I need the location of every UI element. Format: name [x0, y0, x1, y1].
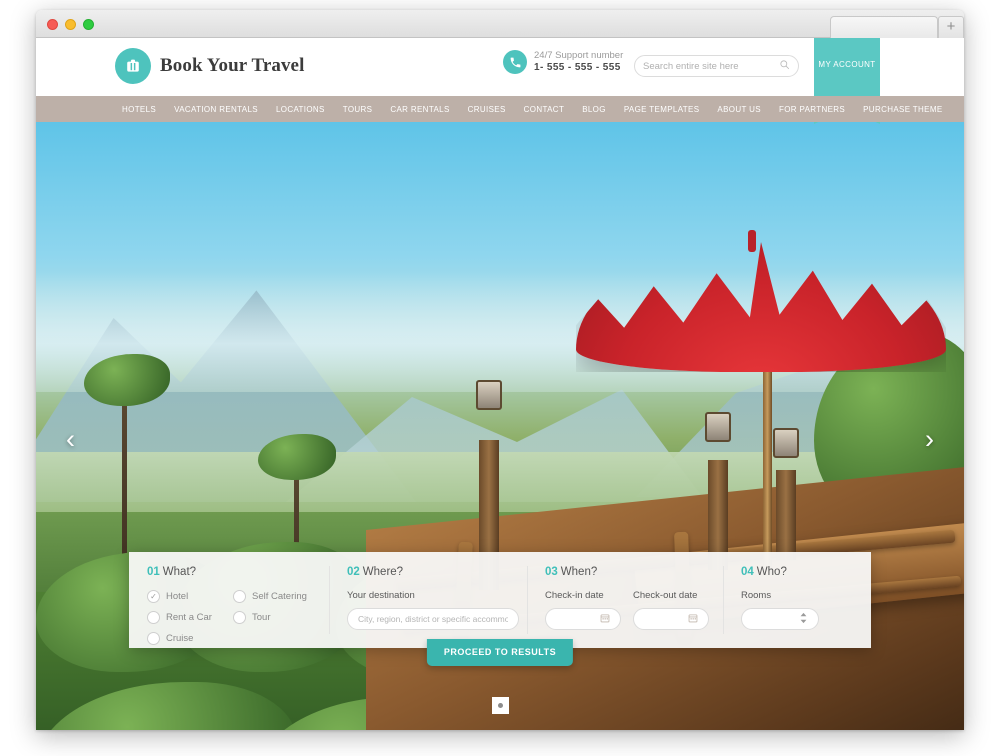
- suitcase-icon: [115, 48, 151, 84]
- close-window-button[interactable]: [47, 19, 58, 30]
- slider-prev-arrow[interactable]: ‹: [66, 424, 75, 455]
- support-number: 1- 555 - 555 - 555: [534, 61, 621, 73]
- slider-dot[interactable]: [491, 697, 509, 714]
- radio-option-self-catering[interactable]: Self Catering: [233, 590, 319, 603]
- form-step-what: 01What? Hotel Self Catering: [129, 552, 329, 648]
- step-number: 04: [741, 566, 754, 578]
- step-title-what: 01 What?: [147, 566, 329, 578]
- nav-item-tours[interactable]: TOURS: [334, 105, 382, 114]
- browser-titlebar: +: [36, 10, 964, 38]
- form-step-when: 03 When? Check-in date Check-out date: [527, 552, 723, 648]
- radio-check-icon[interactable]: [147, 590, 160, 603]
- step-label: Where?: [362, 566, 404, 578]
- lamp-head: [773, 428, 799, 458]
- destination-input[interactable]: [358, 614, 508, 624]
- browser-tab[interactable]: [830, 16, 938, 38]
- page-viewport: Book Your Travel 24/7 Support number 1- …: [36, 38, 964, 730]
- accommodation-type-group: Hotel Self Catering Rent a Car Tour: [147, 590, 329, 653]
- radio-label: Self Catering: [252, 591, 307, 602]
- checkout-field[interactable]: [633, 608, 709, 630]
- step-number: 02: [347, 566, 360, 578]
- checkout-input[interactable]: [644, 614, 688, 624]
- nav-item-purchase-theme[interactable]: PURCHASE THEME: [854, 105, 951, 114]
- date-range-group: Check-in date Check-out date: [545, 590, 723, 630]
- radio-circle-icon[interactable]: [147, 632, 160, 645]
- rooms-label: Rooms: [741, 590, 772, 601]
- radio-option-cruise[interactable]: Cruise: [147, 632, 233, 645]
- form-step-where: 02 Where? Your destination: [329, 552, 527, 648]
- radio-option-tour[interactable]: Tour: [233, 611, 319, 624]
- step-number: 01: [147, 566, 160, 578]
- browser-tabstrip: +: [814, 10, 964, 38]
- radio-option-rent-a-car[interactable]: Rent a Car: [147, 611, 233, 624]
- checkout-field-wrap: Check-out date: [633, 590, 709, 630]
- slider-pagination: [36, 697, 964, 714]
- minimize-window-button[interactable]: [65, 19, 76, 30]
- checkin-input[interactable]: [556, 614, 600, 624]
- rooms-stepper[interactable]: [741, 608, 819, 630]
- destination-field[interactable]: [347, 608, 519, 630]
- umbrella-finial: [748, 230, 756, 252]
- destination-label: Your destination: [347, 590, 415, 601]
- form-step-who: 04 Who? Rooms: [723, 552, 871, 648]
- step-title-who: 04 Who?: [741, 566, 871, 578]
- lamp-head: [476, 380, 502, 410]
- step-label: When?: [560, 566, 598, 578]
- radio-label: Cruise: [166, 633, 194, 644]
- nav-item-cruises[interactable]: CRUISES: [459, 105, 515, 114]
- hero-slider: ‹ › 01What? Hotel: [36, 122, 964, 730]
- radio-circle-icon[interactable]: [233, 611, 246, 624]
- booking-search-form: 01What? Hotel Self Catering: [129, 552, 871, 666]
- radio-circle-icon[interactable]: [233, 590, 246, 603]
- step-label: Who?: [756, 566, 787, 578]
- site-title: Book Your Travel: [160, 55, 305, 76]
- step-title-when: 03 When?: [545, 566, 723, 578]
- spinner-icon[interactable]: [799, 612, 808, 626]
- radio-label: Tour: [252, 612, 271, 623]
- search-input[interactable]: [643, 60, 779, 72]
- checkin-field[interactable]: [545, 608, 621, 630]
- nav-item-hotels[interactable]: HOTELS: [113, 105, 165, 114]
- checkin-label: Check-in date: [545, 590, 604, 601]
- lamp-post: [776, 470, 796, 560]
- radio-option-hotel[interactable]: Hotel: [147, 590, 233, 603]
- nav-item-locations[interactable]: LOCATIONS: [267, 105, 334, 114]
- nav-item-about-us[interactable]: ABOUT US: [708, 105, 770, 114]
- umbrella-pole: [763, 344, 772, 574]
- calendar-icon[interactable]: [600, 613, 610, 626]
- radio-circle-icon[interactable]: [147, 611, 160, 624]
- nav-item-car-rentals[interactable]: CAR RENTALS: [381, 105, 458, 114]
- site-header: Book Your Travel 24/7 Support number 1- …: [36, 38, 964, 124]
- checkout-label: Check-out date: [633, 590, 698, 601]
- rooms-input[interactable]: [752, 614, 799, 624]
- radio-label: Rent a Car: [166, 612, 212, 623]
- nav-item-vacation-rentals[interactable]: VACATION RENTALS: [165, 105, 267, 114]
- nav-item-blog[interactable]: BLOG: [573, 105, 615, 114]
- support-info: 24/7 Support number 1- 555 - 555 - 555: [503, 50, 624, 75]
- search-icon[interactable]: [779, 57, 790, 75]
- new-tab-button[interactable]: +: [938, 16, 964, 38]
- checkin-field-wrap: Check-in date: [545, 590, 621, 630]
- lamp-head: [705, 412, 731, 442]
- step-number: 03: [545, 566, 558, 578]
- radio-label: Hotel: [166, 591, 189, 602]
- step-label: What?: [162, 566, 197, 578]
- proceed-to-results-button[interactable]: PROCEED TO RESULTS: [426, 639, 574, 666]
- nav-item-contact[interactable]: CONTACT: [515, 105, 574, 114]
- calendar-icon[interactable]: [688, 613, 698, 626]
- window-controls: [47, 19, 94, 30]
- browser-window: + Book Your Travel 24/7 Support number 1…: [36, 10, 964, 730]
- step-title-where: 02 Where?: [347, 566, 527, 578]
- nav-item-page-templates[interactable]: PAGE TEMPLATES: [615, 105, 709, 114]
- site-search[interactable]: [634, 55, 799, 77]
- support-label: 24/7 Support number: [534, 50, 624, 61]
- maximize-window-button[interactable]: [83, 19, 94, 30]
- slider-next-arrow[interactable]: ›: [925, 424, 934, 455]
- main-navigation: HOTELS VACATION RENTALS LOCATIONS TOURS …: [36, 96, 964, 122]
- site-logo[interactable]: Book Your Travel: [115, 48, 304, 84]
- phone-icon: [503, 50, 527, 75]
- nav-item-for-partners[interactable]: FOR PARTNERS: [770, 105, 854, 114]
